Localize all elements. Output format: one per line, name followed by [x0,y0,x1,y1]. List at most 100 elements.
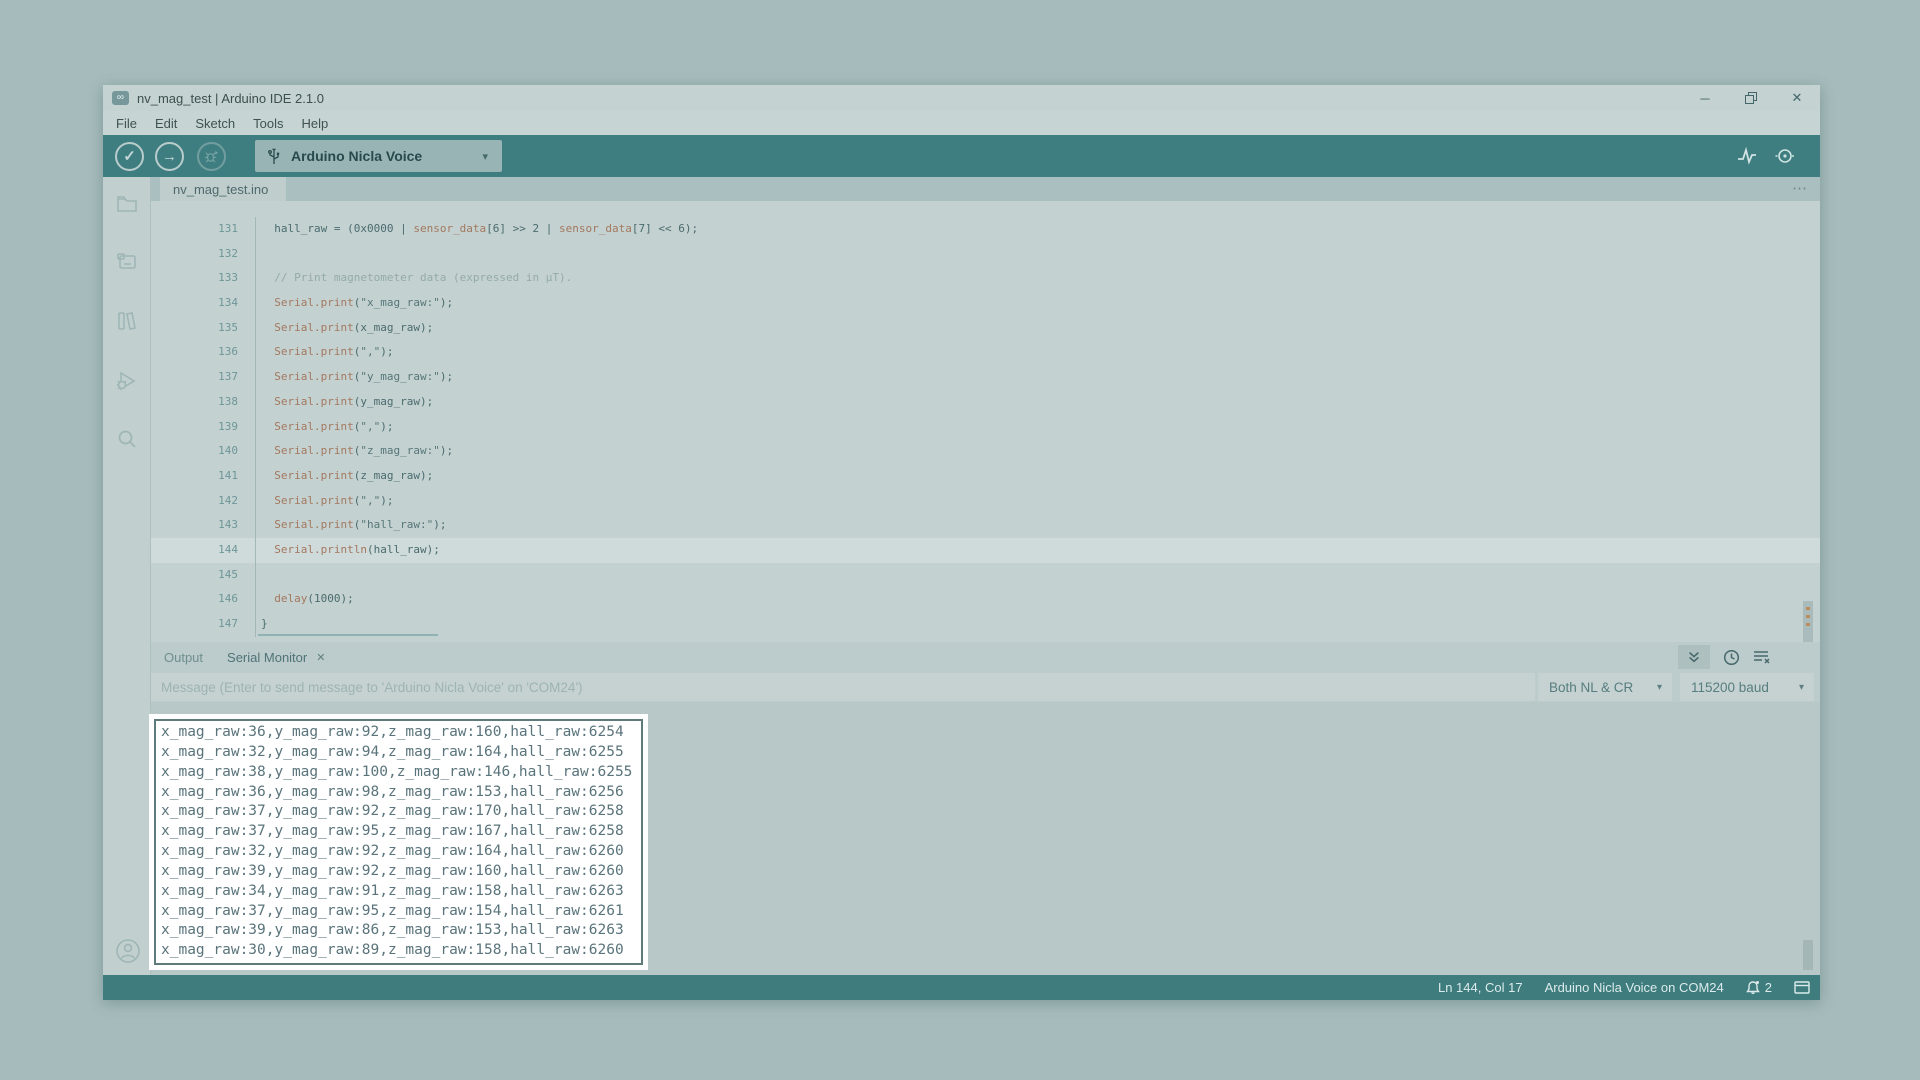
selected-board-label: Arduino Nicla Voice [291,148,482,164]
toggle-panel-button[interactable] [1794,981,1810,994]
serial-plotter-icon[interactable] [1736,146,1758,166]
panel-tabbar: Output Serial Monitor ✕ [151,642,1820,672]
line-number: 132 [151,242,255,267]
titlebar: ∞ nv_mag_test | Arduino IDE 2.1.0 ─ ✕ [103,85,1820,111]
serial-output-line: x_mag_raw:37,y_mag_raw:92,z_mag_raw:170,… [161,802,636,822]
usb-icon [267,147,281,165]
debug-button[interactable] [197,142,226,171]
code-editor[interactable]: 131 hall_raw = (0x0000 | sensor_data[6] … [151,201,1820,642]
line-number: 134 [151,291,255,316]
cursor-position: Ln 144, Col 17 [1438,980,1523,995]
clear-output-icon [1753,649,1771,665]
upload-button[interactable]: → [155,142,184,171]
line-number: 133 [151,266,255,291]
code-lines: 131 hall_raw = (0x0000 | sensor_data[6] … [151,217,1820,637]
arduino-ide-window: ∞ nv_mag_test | Arduino IDE 2.1.0 ─ ✕ Fi… [103,85,1820,1000]
notification-count: 2 [1765,980,1772,995]
chevron-down-icon: ▾ [1799,682,1804,693]
serial-message-row: Both NL & CR ▾ 115200 baud ▾ [151,672,1820,702]
debug-sidebar-icon[interactable] [115,369,139,393]
code-line-131: 131 hall_raw = (0x0000 | sensor_data[6] … [151,217,1820,242]
close-serial-monitor-icon[interactable]: ✕ [316,651,325,664]
serial-output-line: x_mag_raw:37,y_mag_raw:95,z_mag_raw:154,… [161,902,636,922]
editor-tabbar: nv_mag_test.ino ⋯ [151,177,1820,201]
line-number: 144 [151,538,255,563]
serial-output-line: x_mag_raw:38,y_mag_raw:100,z_mag_raw:146… [161,763,636,783]
toolbar: ✓ → Arduino Nicla Voice ▾ [103,135,1820,177]
serial-output-line: x_mag_raw:39,y_mag_raw:86,z_mag_raw:153,… [161,921,636,941]
line-number: 136 [151,340,255,365]
serial-output-scrollbar[interactable] [1803,940,1813,970]
bug-icon [204,149,219,164]
line-number: 147 [151,612,255,637]
window-title: nv_mag_test | Arduino IDE 2.1.0 [137,91,324,106]
menu-item-file[interactable]: File [107,116,146,131]
line-number: 138 [151,390,255,415]
sketchbook-folder-icon[interactable] [115,192,139,216]
code-line-144: 144 Serial.println(hall_raw); [151,538,1820,563]
line-ending-value: Both NL & CR [1549,680,1657,695]
serial-output-line: x_mag_raw:36,y_mag_raw:98,z_mag_raw:153,… [161,783,636,803]
serial-output-line: x_mag_raw:39,y_mag_raw:92,z_mag_raw:160,… [161,862,636,882]
close-button[interactable]: ✕ [1774,85,1820,111]
tab-nv-mag-test[interactable]: nv_mag_test.ino [160,177,286,201]
notifications-button[interactable]: 2 [1746,980,1772,995]
tab-serial-monitor[interactable]: Serial Monitor ✕ [227,650,325,665]
code-line-139: 139 Serial.print(","); [151,415,1820,440]
activity-sidebar [103,177,151,975]
more-actions-icon[interactable]: ⋯ [1792,179,1808,197]
code-line-133: 133 // Print magnetometer data (expresse… [151,266,1820,291]
serial-output-highlight-box: x_mag_raw:36,y_mag_raw:92,z_mag_raw:160,… [154,719,643,965]
baud-rate-value: 115200 baud [1691,680,1799,695]
code-line-137: 137 Serial.print("y_mag_raw:"); [151,365,1820,390]
menu-item-tools[interactable]: Tools [244,116,292,131]
serial-output-line: x_mag_raw:34,y_mag_raw:91,z_mag_raw:158,… [161,882,636,902]
double-chevron-down-icon [1687,650,1701,664]
code-line-136: 136 Serial.print(","); [151,340,1820,365]
serial-monitor-tab-label: Serial Monitor [227,650,307,665]
serial-message-input[interactable] [151,673,1535,701]
autoscroll-toggle[interactable] [1678,645,1710,669]
board-selector[interactable]: Arduino Nicla Voice ▾ [255,140,502,172]
serial-monitor-icon[interactable] [1774,146,1796,166]
chevron-down-icon: ▾ [1657,682,1662,693]
clear-output-button[interactable] [1753,649,1771,665]
code-line-146: 146 delay(1000); [151,587,1820,612]
toolbar-right-icons [1736,135,1796,177]
serial-output-line: x_mag_raw:37,y_mag_raw:95,z_mag_raw:167,… [161,822,636,842]
baud-rate-dropdown[interactable]: 115200 baud ▾ [1680,673,1814,701]
line-number: 142 [151,489,255,514]
line-number: 131 [151,217,255,242]
menubar: FileEditSketchToolsHelp [103,111,1820,135]
bell-icon [1746,980,1760,995]
menu-item-sketch[interactable]: Sketch [186,116,244,131]
tab-output[interactable]: Output [164,650,203,665]
minimize-button[interactable]: ─ [1682,85,1728,111]
line-number: 139 [151,415,255,440]
library-manager-icon[interactable] [115,309,139,333]
boards-manager-icon[interactable] [115,250,139,274]
line-number: 137 [151,365,255,390]
code-line-135: 135 Serial.print(x_mag_raw); [151,316,1820,341]
editor-scrollbar[interactable] [1803,601,1813,642]
serial-monitor-actions [1678,645,1771,669]
line-ending-dropdown[interactable]: Both NL & CR ▾ [1538,673,1672,701]
restore-icon [1745,92,1757,104]
menu-item-help[interactable]: Help [292,116,337,131]
code-line-145: 145 [151,563,1820,588]
menu-item-edit[interactable]: Edit [146,116,186,131]
code-line-142: 142 Serial.print(","); [151,489,1820,514]
account-icon[interactable] [115,938,139,962]
verify-button[interactable]: ✓ [115,142,144,171]
search-icon[interactable] [115,427,139,451]
window-controls: ─ ✕ [1682,85,1820,111]
scope-underline [258,634,438,636]
arduino-app-icon: ∞ [112,91,129,105]
panel-layout-icon [1794,981,1810,994]
statusbar: Ln 144, Col 17 Arduino Nicla Voice on CO… [103,975,1820,1000]
serial-output-lines: x_mag_raw:36,y_mag_raw:92,z_mag_raw:160,… [161,723,636,961]
serial-output-line: x_mag_raw:32,y_mag_raw:92,z_mag_raw:164,… [161,842,636,862]
restore-button[interactable] [1728,85,1774,111]
timestamp-toggle[interactable] [1723,649,1740,666]
code-line-140: 140 Serial.print("z_mag_raw:"); [151,439,1820,464]
